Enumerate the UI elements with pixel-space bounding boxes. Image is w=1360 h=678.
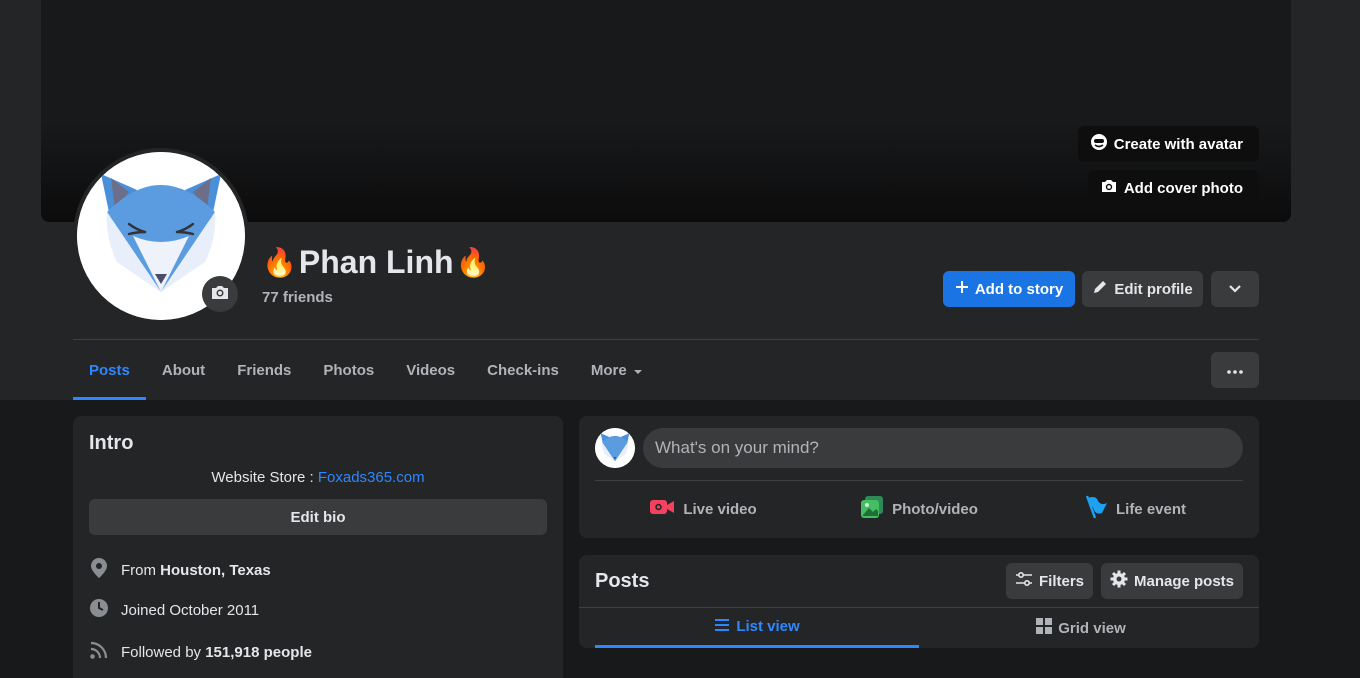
- profile-tabs: Posts About Friends Photos Videos Check-…: [73, 340, 659, 400]
- profile-options-dropdown-button[interactable]: [1211, 271, 1259, 307]
- hometown-text: From Houston, Texas: [121, 562, 271, 579]
- intro-card: Intro Edit bio From Houston, Texas Joine…: [73, 416, 563, 678]
- manage-posts-label: Manage posts: [1133, 572, 1235, 590]
- filters-label: Filters: [1038, 572, 1084, 590]
- joined-row: Joined October 2011: [89, 598, 259, 622]
- tab-friends[interactable]: Friends: [221, 340, 307, 400]
- edit-bio-button[interactable]: Edit bio: [89, 499, 547, 535]
- hometown-row: From Houston, Texas: [89, 557, 271, 583]
- add-to-story-button[interactable]: Add to story: [943, 271, 1075, 307]
- list-icon: [714, 618, 730, 636]
- pencil-icon: [1092, 279, 1108, 299]
- followers-text: Followed by 151,918 people: [121, 644, 312, 661]
- photo-video-label: Photo/video: [892, 500, 978, 518]
- sliders-icon: [1015, 571, 1033, 590]
- life-event-label: Life event: [1115, 500, 1187, 518]
- followed-prefix: Followed by: [121, 643, 206, 661]
- caret-down-icon: [633, 362, 643, 379]
- filters-button[interactable]: Filters: [1006, 563, 1093, 599]
- tab-label: Posts: [89, 361, 130, 379]
- avatar-icon: [1090, 133, 1108, 155]
- manage-posts-button[interactable]: Manage posts: [1101, 563, 1243, 599]
- tab-more[interactable]: More: [575, 340, 659, 400]
- hometown-value[interactable]: Houston, Texas: [160, 562, 271, 579]
- fire-emoji-icon: 🔥: [455, 247, 491, 278]
- composer-avatar[interactable]: [595, 428, 635, 468]
- fire-emoji-icon: 🔥: [262, 247, 297, 278]
- more-options-button[interactable]: [1211, 352, 1259, 388]
- create-with-avatar-label: Create with avatar: [1113, 135, 1243, 153]
- tab-photos[interactable]: Photos: [307, 340, 390, 400]
- edit-profile-button[interactable]: Edit profile: [1082, 271, 1203, 307]
- flag-icon: [1084, 495, 1108, 523]
- location-pin-icon: [89, 557, 109, 583]
- photo-video-button[interactable]: Photo/video: [811, 488, 1027, 530]
- clock-icon: [89, 598, 109, 622]
- tab-label: Friends: [237, 361, 292, 379]
- camera-icon: [210, 283, 230, 306]
- grid-view-tab[interactable]: Grid view: [919, 608, 1243, 648]
- photo-icon: [860, 495, 884, 523]
- friends-count[interactable]: 77 friends: [262, 289, 333, 306]
- add-to-story-label: Add to story: [974, 280, 1064, 298]
- chevron-down-icon: [1228, 281, 1242, 298]
- tab-posts[interactable]: Posts: [73, 340, 146, 400]
- plus-icon: [955, 280, 969, 298]
- tab-about[interactable]: About: [146, 340, 221, 400]
- ellipsis-icon: [1227, 361, 1243, 379]
- add-cover-photo-button[interactable]: Add cover photo: [1087, 170, 1259, 206]
- tab-label: Photos: [323, 361, 375, 379]
- posts-card: Posts Filters Manage posts List view Gri…: [579, 555, 1259, 648]
- followers-count[interactable]: 151,918 people: [205, 644, 312, 661]
- tab-label: About: [161, 361, 206, 379]
- camera-icon: [1100, 178, 1118, 198]
- grid-icon: [1036, 618, 1053, 638]
- joined-text: Joined October 2011: [121, 601, 260, 619]
- list-view-tab[interactable]: List view: [595, 608, 919, 648]
- composer-actions: Live video Photo/video Life event: [595, 488, 1243, 530]
- grid-view-label: Grid view: [1058, 619, 1126, 637]
- whats-on-your-mind-input[interactable]: What's on your mind?: [643, 428, 1243, 468]
- update-avatar-button[interactable]: [202, 276, 238, 312]
- edit-profile-label: Edit profile: [1114, 280, 1193, 298]
- from-prefix: From: [121, 561, 161, 579]
- intro-title: Intro: [89, 432, 134, 454]
- live-video-label: Live video: [683, 500, 757, 518]
- tab-label: More: [590, 361, 627, 379]
- tab-label: Videos: [406, 361, 456, 379]
- create-with-avatar-button[interactable]: Create with avatar: [1077, 126, 1259, 162]
- tab-check-ins[interactable]: Check-ins: [471, 340, 575, 400]
- website-line: Website Store : Foxads365.com: [73, 469, 563, 486]
- tab-label: Check-ins: [487, 361, 559, 379]
- list-view-label: List view: [736, 618, 800, 635]
- profile-name-text: Phan Linh: [298, 244, 454, 280]
- tab-videos[interactable]: Videos: [390, 340, 471, 400]
- website-prefix: Website Store :: [211, 469, 318, 486]
- gear-icon: [1110, 570, 1128, 592]
- add-cover-photo-label: Add cover photo: [1123, 179, 1243, 197]
- website-link[interactable]: Foxads365.com: [318, 469, 425, 486]
- live-video-button[interactable]: Live video: [595, 488, 811, 530]
- composer-divider: [595, 480, 1243, 481]
- profile-name: 🔥 Phan Linh 🔥: [262, 244, 490, 281]
- post-composer-card: What's on your mind? Live video Photo/vi…: [579, 416, 1259, 538]
- posts-title: Posts: [595, 570, 650, 592]
- live-video-icon: [649, 498, 675, 520]
- life-event-button[interactable]: Life event: [1027, 488, 1243, 530]
- rss-feed-icon: [89, 640, 109, 664]
- followers-row: Followed by 151,918 people: [89, 640, 312, 664]
